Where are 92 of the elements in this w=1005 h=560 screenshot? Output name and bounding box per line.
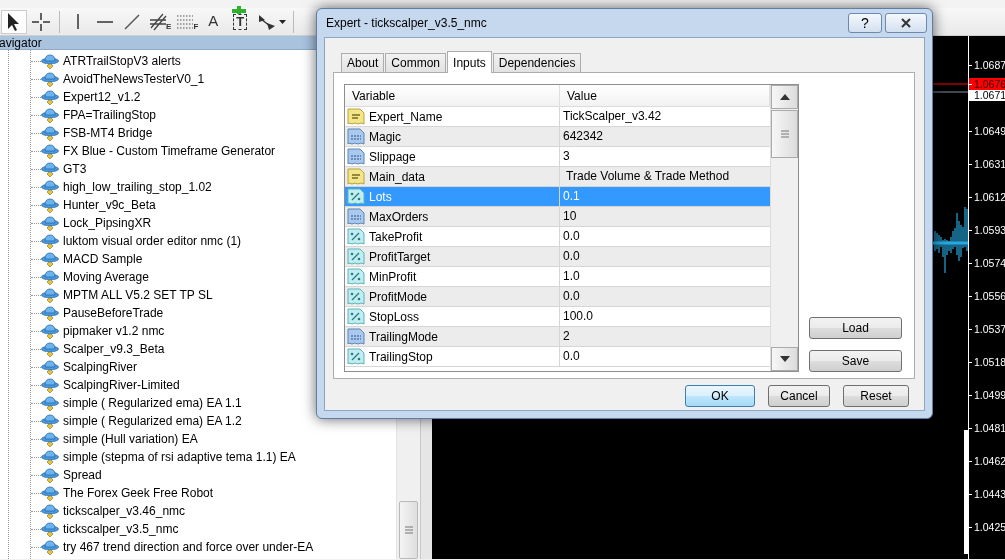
tree-item[interactable]: Moving Average <box>63 268 149 286</box>
variable-name: TakeProfit <box>369 228 423 246</box>
price-label: 1.0574 <box>969 257 1005 270</box>
dialog-button[interactable]: Cancel <box>768 385 830 407</box>
tree-item[interactable]: tickscalper_v3.46_nmc <box>63 502 186 520</box>
variable-value[interactable]: 0.0 <box>560 287 770 306</box>
tree-item[interactable]: FSB-MT4 Bridge <box>63 124 153 142</box>
help-button[interactable]: ? <box>848 13 882 33</box>
variable-name: StopLoss <box>369 308 420 326</box>
variable-name: TrailingMode <box>369 328 438 346</box>
variable-value[interactable]: 0.0 <box>560 227 770 246</box>
tree-item[interactable]: simple ( Regularized ema) EA 1.1 <box>63 394 242 412</box>
price-label: 1.0649 <box>969 125 1005 138</box>
tree-item[interactable]: Spread <box>63 466 102 484</box>
table-row[interactable]: Magic 642342 <box>345 127 770 147</box>
table-row[interactable]: ProfitMode 0.0 <box>345 287 770 307</box>
variable-value[interactable]: Trade Volume & Trade Method <box>560 167 770 186</box>
price-label: 1.0687 <box>969 59 1005 72</box>
tree-item[interactable]: simple ( Regularized ema) EA 1.2 <box>63 412 242 430</box>
fan-lines-tool[interactable]: E <box>146 9 173 34</box>
tab[interactable]: About <box>341 53 385 72</box>
variable-name: ProfitTarget <box>369 248 431 266</box>
tree-item[interactable]: GT3 <box>63 160 87 178</box>
window-title: Expert - tickscalper_v3.5_nmc <box>326 15 488 32</box>
column-header[interactable]: Variable <box>345 85 560 107</box>
price-label: 1.0443 <box>969 488 1005 501</box>
price-label: 1.0425 <box>969 521 1005 534</box>
variable-value[interactable]: 2 <box>560 327 770 346</box>
tree-item[interactable]: FX Blue - Custom Timeframe Generator <box>63 142 276 160</box>
price-label: 1.0612 <box>969 191 1005 204</box>
tree-item[interactable]: tickscalper_v3.5_nmc <box>63 520 179 538</box>
price-label: 1.0537 <box>969 323 1005 336</box>
variable-name: TrailingStop <box>369 348 433 366</box>
tree-item[interactable]: ScalpingRiver-Limited <box>63 376 180 394</box>
tree-item[interactable]: luktom visual order editor nmc (1) <box>63 232 242 250</box>
table-row[interactable]: Main_data Trade Volume & Trade Method <box>345 167 770 187</box>
tree-item[interactable]: Lock_PipsingXR <box>63 214 152 232</box>
dialog-button[interactable]: Reset <box>843 385 909 407</box>
tree-item[interactable]: MPTM ALL V5.2 SET TP SL <box>63 286 213 304</box>
variable-value[interactable]: 642342 <box>560 127 770 146</box>
dialog-button[interactable]: Save <box>809 350 902 372</box>
bid-price-label: 1.0676 <box>969 78 1005 90</box>
price-label: 1.0593 <box>969 224 1005 237</box>
table-row[interactable]: TrailingStop 0.0 <box>345 347 770 367</box>
tree-item[interactable]: ScalpingRiver <box>63 358 138 376</box>
tree-item[interactable]: pipmaker v1.2 nmc <box>63 322 165 340</box>
tree-item[interactable]: Hunter_v9c_Beta <box>63 196 156 214</box>
price-label: 1.0499 <box>969 389 1005 402</box>
variable-name: Slippage <box>369 148 416 166</box>
variable-name: Main_data <box>369 168 426 186</box>
tab[interactable]: Inputs <box>447 51 492 73</box>
tree-item[interactable]: Expert12_v1.2 <box>63 88 141 106</box>
tree-item[interactable]: try 467 trend direction and force over under-EA <box>63 538 314 556</box>
variable-name: ProfitMode <box>369 288 428 306</box>
tree-item[interactable]: simple (stepma of rsi adaptive tema 1.1) EA <box>63 448 296 466</box>
dialog-button[interactable]: Load <box>809 317 902 339</box>
tree-item[interactable]: PauseBeforeTrade <box>63 304 164 322</box>
table-row[interactable]: MaxOrders 10 <box>345 207 770 227</box>
ask-price-label: 1.0671 <box>969 90 1005 101</box>
tree-item[interactable]: high_low_trailing_stop_1.02 <box>63 178 212 196</box>
variable-name: Magic <box>369 128 401 146</box>
dotted-lines-tool[interactable]: F <box>173 9 200 34</box>
tree-item[interactable]: Scalper_v9.3_Beta <box>63 340 165 358</box>
text-label-tool[interactable]: T <box>227 9 254 34</box>
price-label: 1.0631 <box>969 158 1005 171</box>
tab[interactable]: Common <box>385 53 447 72</box>
text-tool[interactable]: A <box>200 9 227 34</box>
variable-name: MaxOrders <box>369 208 429 226</box>
price-label: 1.0518 <box>969 356 1005 369</box>
tree-item[interactable]: MACD Sample <box>63 250 143 268</box>
variable-value[interactable]: 0.0 <box>560 247 770 266</box>
tree-item[interactable]: simple (Hull variation) EA <box>63 430 198 448</box>
variable-name: Expert_Name <box>369 108 443 126</box>
variable-name: Lots <box>369 188 392 206</box>
price-label: 1.0556 <box>969 290 1005 303</box>
table-row[interactable]: TrailingMode 2 <box>345 327 770 347</box>
variable-name: MinProfit <box>369 268 417 286</box>
tab[interactable]: Dependencies <box>492 53 582 72</box>
dialog-button[interactable]: OK <box>685 385 755 407</box>
price-label: 1.0462 <box>969 455 1005 468</box>
tree-item[interactable]: FPA=TrailingStop <box>63 106 157 124</box>
variable-value[interactable]: 10 <box>560 207 770 226</box>
tree-item[interactable]: The Forex Geek Free Robot <box>63 484 214 502</box>
tree-item[interactable]: ATRTrailStopV3 alerts <box>63 52 181 70</box>
variable-value[interactable]: 3 <box>560 147 770 166</box>
variable-value[interactable]: TickScalper_v3.42 <box>560 107 770 126</box>
variable-value[interactable]: 100.0 <box>560 307 770 326</box>
tree-item[interactable]: AvoidTheNewsTesterV0_1 <box>63 70 205 88</box>
variable-value[interactable]: 0.0 <box>560 347 770 366</box>
price-label: 1.0481 <box>969 422 1005 435</box>
variable-value[interactable]: 1.0 <box>560 267 770 286</box>
table-row[interactable]: ProfitTarget 0.0 <box>345 247 770 267</box>
